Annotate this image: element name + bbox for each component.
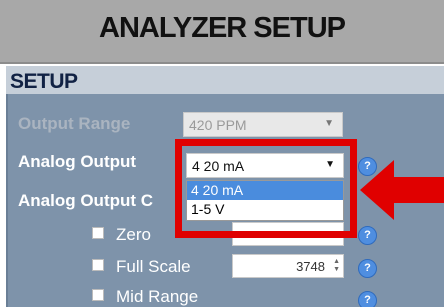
chevron-down-icon: ▼ bbox=[324, 118, 334, 129]
zero-checkbox[interactable] bbox=[92, 227, 104, 239]
full-scale-field[interactable]: 3748 ▲ ▼ bbox=[232, 254, 344, 278]
output-range-select: 420 PPM ▼ bbox=[183, 112, 343, 137]
mid-range-checkbox[interactable] bbox=[92, 289, 104, 301]
output-range-label: Output Range bbox=[18, 114, 131, 133]
help-icon[interactable]: ? bbox=[358, 226, 377, 245]
full-scale-checkbox-row[interactable]: Full Scale bbox=[92, 257, 191, 277]
section-header: SETUP bbox=[6, 66, 444, 94]
help-icon[interactable]: ? bbox=[358, 259, 377, 278]
title-bar: ANALYZER SETUP bbox=[0, 0, 444, 64]
window-title: ANALYZER SETUP bbox=[99, 12, 346, 44]
analog-output-c-label: Analog Output C bbox=[18, 191, 154, 210]
zero-checkbox-row[interactable]: Zero bbox=[92, 225, 151, 245]
zero-label: Zero bbox=[116, 225, 151, 244]
output-range-value: 420 PPM bbox=[189, 117, 247, 133]
highlight-box bbox=[175, 139, 357, 238]
full-scale-checkbox[interactable] bbox=[92, 259, 104, 271]
arrow-left-icon bbox=[360, 160, 444, 220]
analog-output-label: Analog Output bbox=[18, 152, 137, 171]
full-scale-value: 3748 bbox=[296, 259, 325, 274]
full-scale-label: Full Scale bbox=[116, 257, 191, 276]
analyzer-setup-window: ANALYZER SETUP SETUP Output Range 420 PP… bbox=[0, 0, 444, 307]
mid-range-label: Mid Range bbox=[116, 287, 199, 306]
section-title: SETUP bbox=[10, 70, 78, 93]
spinner-icon[interactable]: ▲ ▼ bbox=[333, 258, 340, 274]
help-icon[interactable]: ? bbox=[358, 291, 377, 307]
mid-range-checkbox-row[interactable]: Mid Range bbox=[92, 287, 198, 307]
